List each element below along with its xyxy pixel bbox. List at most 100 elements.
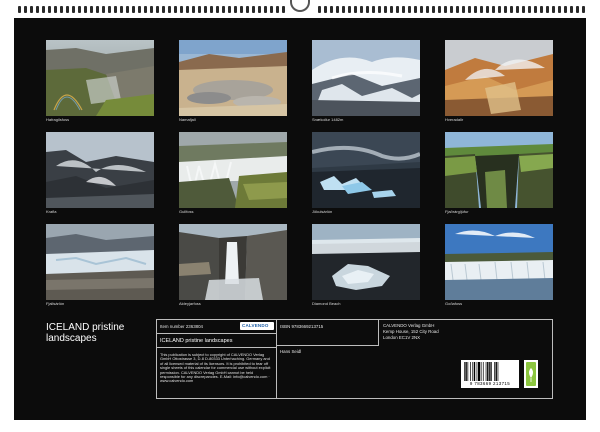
binding-hole bbox=[396, 6, 399, 13]
binding-hole bbox=[258, 6, 261, 13]
photo-godafoss bbox=[445, 224, 553, 300]
binding-hole bbox=[246, 6, 249, 13]
binding-hole bbox=[222, 6, 225, 13]
binding-hole bbox=[234, 6, 237, 13]
binding-hole bbox=[210, 6, 213, 13]
binding-hole bbox=[108, 6, 111, 13]
copyright-notice: This publication is subject to copyright… bbox=[160, 352, 271, 384]
photo-caption: Krafla bbox=[46, 209, 57, 214]
binding-hole bbox=[384, 6, 387, 13]
binding-hole bbox=[528, 6, 531, 13]
title-line-1: ICELAND pristine bbox=[46, 322, 125, 333]
publisher-line-2: Kemp House, 152 City Road bbox=[383, 329, 439, 334]
calendar-title: ICELAND pristine landscapes bbox=[46, 322, 156, 344]
binding-hole bbox=[204, 6, 207, 13]
binding-hole bbox=[24, 6, 27, 13]
binding-hole bbox=[240, 6, 243, 13]
photo-caption: Fjaðrárgljúfur bbox=[445, 209, 469, 214]
binding-hole bbox=[336, 6, 339, 13]
binding-hole bbox=[72, 6, 75, 13]
binding-hole bbox=[522, 6, 525, 13]
photo-caption: Diamond Beach bbox=[312, 301, 341, 306]
binding-hole bbox=[582, 6, 585, 13]
logo-text: CALVENDO bbox=[242, 323, 269, 328]
binding-hole bbox=[102, 6, 105, 13]
binding-hole bbox=[330, 6, 333, 13]
barcode-number: 9 783669 213715 bbox=[469, 381, 511, 386]
binding-hole bbox=[468, 6, 471, 13]
title-line-2: landscapes bbox=[46, 333, 97, 344]
binding-hole bbox=[36, 6, 39, 13]
author-name: Hans Seidl bbox=[280, 349, 302, 354]
binding-hole bbox=[546, 6, 549, 13]
binding-hole bbox=[408, 6, 411, 13]
binding-hole bbox=[540, 6, 543, 13]
binding-hole bbox=[318, 6, 321, 13]
binding-hole bbox=[18, 6, 21, 13]
binding-hole bbox=[90, 6, 93, 13]
binding-hole bbox=[264, 6, 267, 13]
binding-hole bbox=[390, 6, 393, 13]
binding-hole bbox=[372, 6, 375, 13]
binding-hole bbox=[360, 6, 363, 13]
binding-hole bbox=[492, 6, 495, 13]
binding-hole bbox=[516, 6, 519, 13]
binding-hole bbox=[402, 6, 405, 13]
binding-hole bbox=[558, 6, 561, 13]
binding-hole bbox=[156, 6, 159, 13]
binding-hole bbox=[78, 6, 81, 13]
barcode: 9 783669 213715 bbox=[461, 360, 519, 388]
photo-gullfoss bbox=[179, 132, 287, 208]
binding-hole bbox=[60, 6, 63, 13]
publisher-line-1: CALVENDO Verlag GmbH bbox=[383, 323, 435, 328]
binding-hole bbox=[252, 6, 255, 13]
binding-hole bbox=[432, 6, 435, 13]
binding-hole bbox=[216, 6, 219, 13]
binding-hole bbox=[420, 6, 423, 13]
photo-caption: Snækollur 1482m bbox=[312, 117, 344, 122]
photo-caption: Gullfoss bbox=[179, 209, 194, 214]
photo-diamond-beach bbox=[312, 224, 420, 300]
publication-info-box: Item number 2363804 CALVENDO ICELAND pri… bbox=[156, 319, 553, 399]
leaf-icon bbox=[526, 362, 536, 386]
binding-hole bbox=[192, 6, 195, 13]
binding-hole bbox=[570, 6, 573, 13]
binding-hole bbox=[366, 6, 369, 13]
photo-caption: Fjallsárlón bbox=[46, 301, 65, 306]
binding-hole bbox=[348, 6, 351, 13]
binding-hole bbox=[498, 6, 501, 13]
calendar-back-cover: { "photos": [ {"caption": "Hafragilsfoss… bbox=[0, 0, 600, 432]
binding-hole bbox=[276, 6, 279, 13]
binding-hole bbox=[30, 6, 33, 13]
binding-hole bbox=[438, 6, 441, 13]
binding-hole bbox=[132, 6, 135, 13]
binding-hole bbox=[174, 6, 177, 13]
binding-hole bbox=[354, 6, 357, 13]
binding-hole bbox=[486, 6, 489, 13]
binding-hole bbox=[270, 6, 273, 13]
eco-label bbox=[524, 360, 538, 388]
binding-hole bbox=[444, 6, 447, 13]
binding-hole bbox=[162, 6, 165, 13]
binding-hole bbox=[126, 6, 129, 13]
binding-hole bbox=[150, 6, 153, 13]
binding-hole bbox=[42, 6, 45, 13]
binding-hole bbox=[84, 6, 87, 13]
binding-hole bbox=[168, 6, 171, 13]
binding-hole bbox=[456, 6, 459, 13]
binding-hole bbox=[426, 6, 429, 13]
photo-namafjall bbox=[179, 40, 287, 116]
binding-hole bbox=[66, 6, 69, 13]
binding-hole bbox=[54, 6, 57, 13]
isbn: ISBN 9783669213715 bbox=[280, 324, 324, 329]
binding-hole bbox=[450, 6, 453, 13]
binding-hole bbox=[342, 6, 345, 13]
binding-hole bbox=[534, 6, 537, 13]
binding-hole bbox=[504, 6, 507, 13]
binding-hole bbox=[120, 6, 123, 13]
photo-caption: Aldeyjarfoss bbox=[179, 301, 201, 306]
binding-hole bbox=[564, 6, 567, 13]
photo-fjallsarlon bbox=[46, 224, 154, 300]
calendar-sheet: Hafragilsfoss Namafjall Snækollur 1482m bbox=[14, 18, 586, 420]
photo-krafla bbox=[46, 132, 154, 208]
